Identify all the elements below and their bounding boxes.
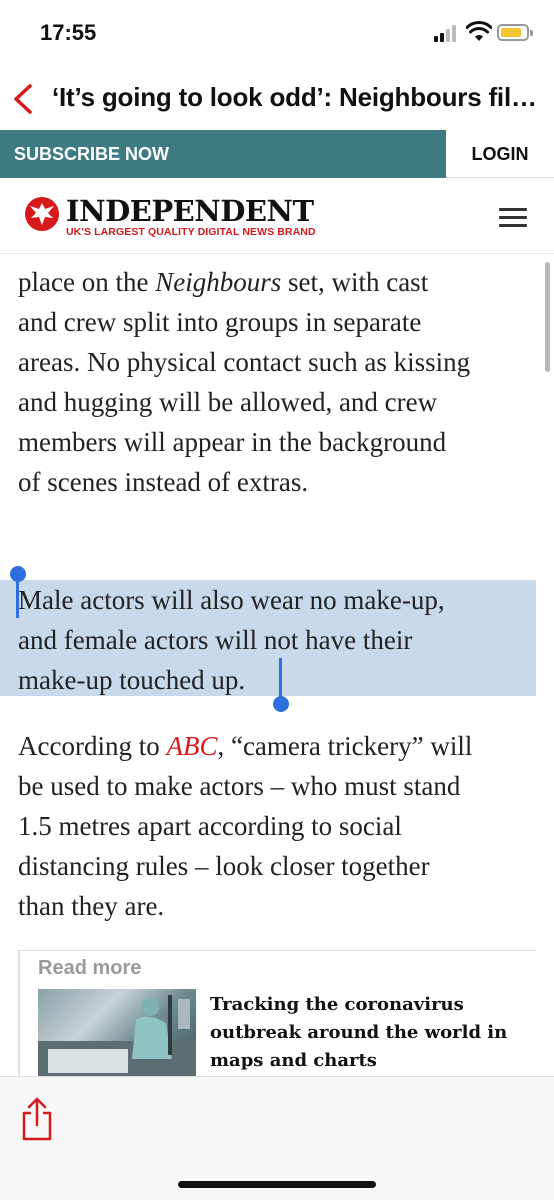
read-more-card[interactable]: Read more Tracking the coronavirus outbr… (18, 950, 536, 1090)
selection-end-handle[interactable] (273, 696, 289, 712)
status-time: 17:55 (40, 20, 97, 45)
article-line: Male actors will also wear no make-up, (18, 585, 445, 615)
battery-icon (497, 24, 533, 41)
article-line: and female actors will not have their (18, 625, 413, 655)
selection-end-caret[interactable] (279, 658, 282, 700)
hamburger-menu-icon[interactable] (499, 208, 527, 228)
share-icon[interactable] (20, 1095, 54, 1143)
page-title: ‘It’s going to look odd’: Neighbours fil… (52, 82, 544, 112)
article-paragraph: place on the Neighbours set, with cast a… (18, 262, 538, 502)
masthead: INDEPENDENT UK'S LARGEST QUALITY DIGITAL… (0, 178, 554, 254)
brand-name[interactable]: INDEPENDENT (66, 194, 314, 228)
article-line: distancing rules – look closer together (18, 851, 430, 881)
article-line: and hugging will be allowed, and crew (18, 387, 438, 417)
article-paragraph: According to ABC, “camera trickery” will… (18, 726, 538, 926)
login-button[interactable]: LOGIN (446, 130, 554, 178)
read-more-thumbnail[interactable] (38, 989, 196, 1079)
article-line: make-up touched up. (18, 665, 246, 695)
abc-link[interactable]: ABC (166, 731, 217, 761)
selection-start-handle[interactable] (10, 566, 26, 582)
wifi-icon (466, 21, 492, 41)
subscribe-bar: SUBSCRIBE NOW LOGIN (0, 130, 554, 178)
article-line: be used to make actors – who must stand (18, 771, 461, 801)
eagle-logo-icon[interactable] (24, 196, 60, 232)
status-bar: 17:55 (0, 0, 554, 66)
article-line: areas. No physical contact such as kissi… (18, 347, 471, 377)
article-line: of scenes instead of extras. (18, 467, 309, 497)
nav-bar: ‘It’s going to look odd’: Neighbours fil… (0, 66, 554, 130)
chevron-left-icon[interactable] (10, 82, 36, 116)
read-more-label: Read more (38, 957, 142, 979)
article-line: According to ABC, “camera trickery” will (18, 731, 473, 761)
cellular-signal-icon (434, 24, 460, 42)
brand-tagline: UK'S LARGEST QUALITY DIGITAL NEWS BRAND (66, 226, 316, 238)
bottom-toolbar (0, 1076, 554, 1200)
scrollbar-thumb[interactable] (545, 262, 550, 372)
article-line: than they are. (18, 891, 165, 921)
selected-paragraph[interactable]: Male actors will also wear no make-up, a… (0, 580, 538, 700)
article-line: members will appear in the background (18, 427, 447, 457)
subscribe-button[interactable]: SUBSCRIBE NOW (0, 130, 446, 178)
article-line: place on the Neighbours set, with cast (18, 267, 429, 297)
article-line: 1.5 metres apart according to social (18, 811, 402, 841)
home-indicator[interactable] (178, 1181, 376, 1188)
read-more-title[interactable]: Tracking the coronavirus outbreak around… (210, 991, 520, 1075)
article-line: and crew split into groups in separate (18, 307, 422, 337)
